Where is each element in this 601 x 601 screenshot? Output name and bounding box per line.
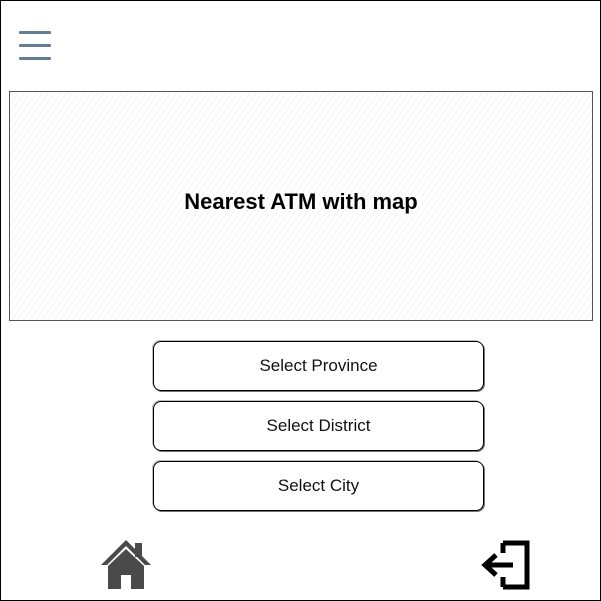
menu-button[interactable] [19,30,52,62]
home-button[interactable] [100,539,152,591]
select-province-button[interactable]: Select Province [153,341,484,391]
select-district-button[interactable]: Select District [153,401,484,451]
logout-icon [481,540,530,590]
select-city-button[interactable]: Select City [153,461,484,511]
logout-button[interactable] [481,539,531,591]
atm-map-placeholder[interactable]: Nearest ATM with map [9,91,593,321]
map-title: Nearest ATM with map [184,188,418,214]
hamburger-menu-icon [19,31,51,60]
app-screen: Nearest ATM with map Select Province Sel… [0,0,601,601]
home-icon [101,540,151,589]
